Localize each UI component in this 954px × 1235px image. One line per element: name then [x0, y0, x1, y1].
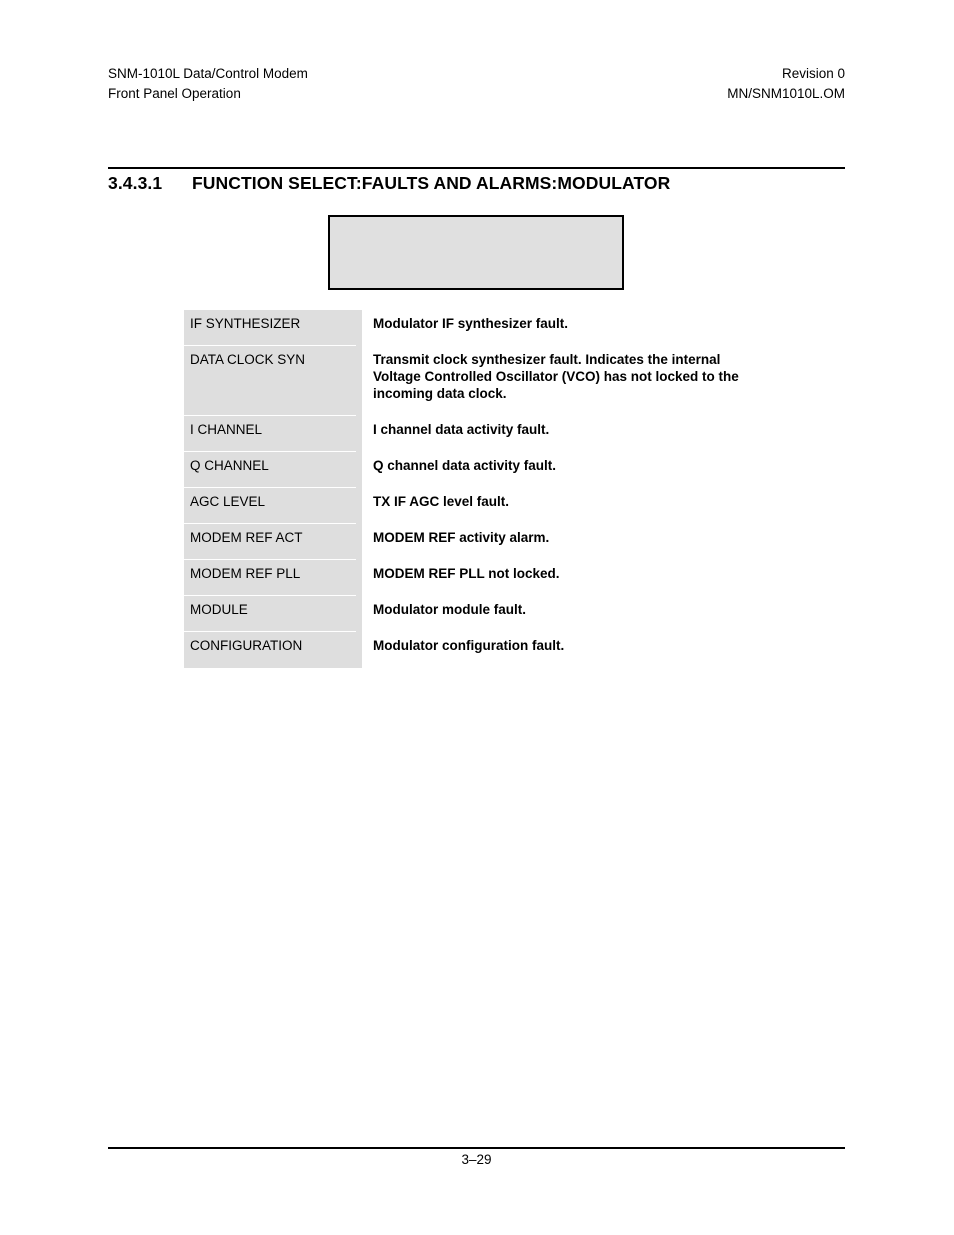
section-number: 3.4.3.1 — [108, 173, 163, 193]
fault-description-cell: Modulator configuration fault. — [362, 632, 804, 668]
fault-term-label: Q CHANNEL — [190, 458, 269, 473]
fault-description-line: MODEM REF activity alarm. — [373, 530, 550, 545]
fault-description-line: Voltage Controlled Oscillator (VCO) has … — [373, 369, 739, 384]
fault-description-cell: I channel data activity fault. — [362, 416, 804, 452]
fault-term-cell: MODULE — [184, 596, 362, 632]
fault-term-label: AGC LEVEL — [190, 494, 266, 509]
fault-term-cell: IF SYNTHESIZER — [184, 310, 362, 346]
fault-term-label: CONFIGURATION — [190, 638, 303, 653]
fault-term-cell: MODEM REF ACT — [184, 524, 362, 560]
fault-description-cell: MODEM REF PLL not locked. — [362, 560, 804, 596]
fault-term-label: I CHANNEL — [190, 422, 263, 437]
table-row: MODULE Modulator module fault. — [184, 596, 804, 632]
fault-description-line: Modulator module fault. — [373, 602, 526, 617]
header-right-block: Revision 0 MN/SNM1010L.OM — [727, 64, 845, 104]
fault-description-cell: Transmit clock synthesizer fault. Indica… — [362, 346, 804, 416]
page-header: SNM-1010L Data/Control Modem Front Panel… — [108, 64, 845, 104]
table-row: Q CHANNEL Q channel data activity fault. — [184, 452, 804, 488]
fault-term-label: MODULE — [190, 602, 248, 617]
fault-description-cell: Q channel data activity fault. — [362, 452, 804, 488]
header-revision: Revision 0 — [781, 66, 845, 81]
fault-description-line: Modulator IF synthesizer fault. — [373, 316, 569, 331]
fault-description-line: incoming data clock. — [373, 386, 507, 401]
table-row: AGC LEVEL TX IF AGC level fault. — [184, 488, 804, 524]
fault-term-label: DATA CLOCK SYN — [190, 352, 306, 367]
fault-term-cell: CONFIGURATION — [184, 632, 362, 668]
table-row: DATA CLOCK SYN Transmit clock synthesizer… — [184, 346, 804, 416]
table-row: IF SYNTHESIZER Modulator IF synthesizer f… — [184, 310, 804, 346]
fault-description-cell: TX IF AGC level fault. — [362, 488, 804, 524]
figure-display-placeholder — [328, 215, 624, 290]
fault-term-label: IF SYNTHESIZER — [190, 316, 301, 331]
fault-term-cell: Q CHANNEL — [184, 452, 362, 488]
fault-description-line: Transmit clock synthesizer fault. Indica… — [373, 352, 721, 367]
table-row: MODEM REF PLL MODEM REF PLL not locked. — [184, 560, 804, 596]
fault-description-line: MODEM REF PLL not locked. — [373, 566, 560, 581]
header-product-title: SNM-1010L Data/Control Modem — [108, 66, 308, 81]
header-section-subtitle: Front Panel Operation — [108, 86, 241, 101]
fault-term-cell: MODEM REF PLL — [184, 560, 362, 596]
section-heading-rule — [108, 167, 845, 169]
fault-description-cell: MODEM REF activity alarm. — [362, 524, 804, 560]
fault-description-line: Modulator configuration fault. — [373, 638, 565, 653]
table-row: CONFIGURATION Modulator configuration fau… — [184, 632, 804, 668]
fault-description-line: Q channel data activity fault. — [373, 458, 557, 473]
fault-term-cell: I CHANNEL — [184, 416, 362, 452]
header-left-block: SNM-1010L Data/Control Modem Front Panel… — [108, 64, 308, 104]
fault-term-label: MODEM REF PLL — [190, 566, 301, 581]
fault-description-line: TX IF AGC level fault. — [373, 494, 510, 509]
table-row: MODEM REF ACT MODEM REF activity alarm. — [184, 524, 804, 560]
section-title-text: FUNCTION SELECT:FAULTS AND ALARMS:MODULA… — [192, 173, 671, 193]
fault-definition-table: IF SYNTHESIZER Modulator IF synthesizer f… — [184, 310, 804, 668]
fault-term-label: MODEM REF ACT — [190, 530, 303, 545]
footer-page-number: 3–29 — [461, 1152, 492, 1167]
footer-rule — [108, 1147, 845, 1149]
fault-description-cell: Modulator IF synthesizer fault. — [362, 310, 804, 346]
fault-description-line: I channel data activity fault. — [373, 422, 550, 437]
page-title: 3.4.3.1 FUNCTION SELECT:FAULTS AND ALARMS… — [108, 173, 868, 194]
header-document-number: MN/SNM1010L.OM — [727, 86, 845, 101]
table-row: I CHANNEL I channel data activity fault. — [184, 416, 804, 452]
fault-term-cell: DATA CLOCK SYN — [184, 346, 362, 416]
fault-description-cell: Modulator module fault. — [362, 596, 804, 632]
fault-term-cell: AGC LEVEL — [184, 488, 362, 524]
